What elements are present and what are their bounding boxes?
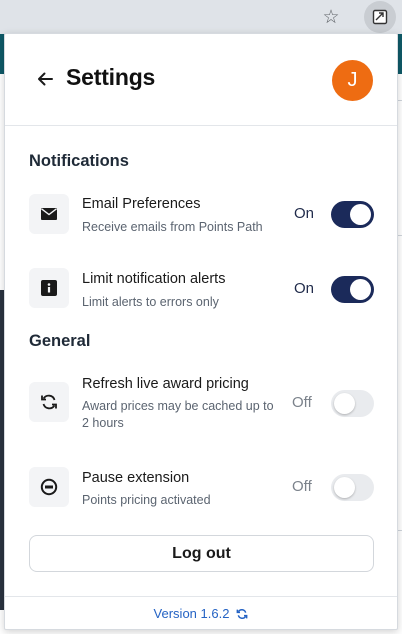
section-title-general: General bbox=[29, 332, 91, 350]
toggle-knob bbox=[334, 477, 355, 498]
version-label: Version 1.6.2 bbox=[153, 606, 230, 621]
refresh-icon bbox=[29, 382, 69, 422]
info-icon bbox=[29, 268, 69, 308]
logout-button[interactable]: Log out bbox=[29, 535, 374, 572]
pause-icon bbox=[29, 467, 69, 507]
envelope-icon bbox=[29, 194, 69, 234]
setting-description: Receive emails from Points Path bbox=[82, 220, 263, 234]
toggle-knob bbox=[350, 204, 371, 225]
setting-title: Pause extension bbox=[82, 470, 190, 486]
popup-footer: Version 1.6.2 bbox=[5, 596, 397, 630]
setting-description: Limit alerts to errors only bbox=[82, 295, 219, 309]
popup-header: Settings J bbox=[5, 34, 397, 126]
setting-title: Email Preferences bbox=[82, 196, 201, 212]
toggle-state-label: On bbox=[294, 280, 315, 297]
toggle-state-label: On bbox=[294, 205, 315, 222]
toggle-state-label: Off bbox=[292, 394, 312, 411]
toggle-state-label: Off bbox=[292, 478, 312, 495]
toggle-knob bbox=[350, 279, 371, 300]
extension-button[interactable] bbox=[364, 1, 396, 33]
setting-description: Points pricing activated bbox=[82, 493, 211, 507]
toggle-knob bbox=[334, 393, 355, 414]
section-title-notifications: Notifications bbox=[29, 152, 129, 170]
limit-alerts-toggle[interactable] bbox=[331, 276, 374, 303]
page-title: Settings bbox=[66, 64, 156, 90]
refresh-pricing-toggle[interactable] bbox=[331, 390, 374, 417]
pause-extension-toggle[interactable] bbox=[331, 474, 374, 501]
setting-title: Limit notification alerts bbox=[82, 271, 226, 287]
email-preferences-toggle[interactable] bbox=[331, 201, 374, 228]
setting-description: Award prices may be cached up to 2 hours bbox=[82, 399, 274, 430]
bookmark-star-icon[interactable]: ☆ bbox=[320, 6, 342, 28]
version-refresh-icon[interactable] bbox=[236, 608, 248, 620]
extension-icon bbox=[372, 9, 388, 25]
setting-title: Refresh live award pricing bbox=[82, 376, 249, 392]
settings-popup: Settings J Notifications Email Preferenc… bbox=[4, 33, 398, 630]
back-arrow-icon[interactable] bbox=[31, 65, 59, 93]
user-avatar[interactable]: J bbox=[332, 60, 373, 101]
